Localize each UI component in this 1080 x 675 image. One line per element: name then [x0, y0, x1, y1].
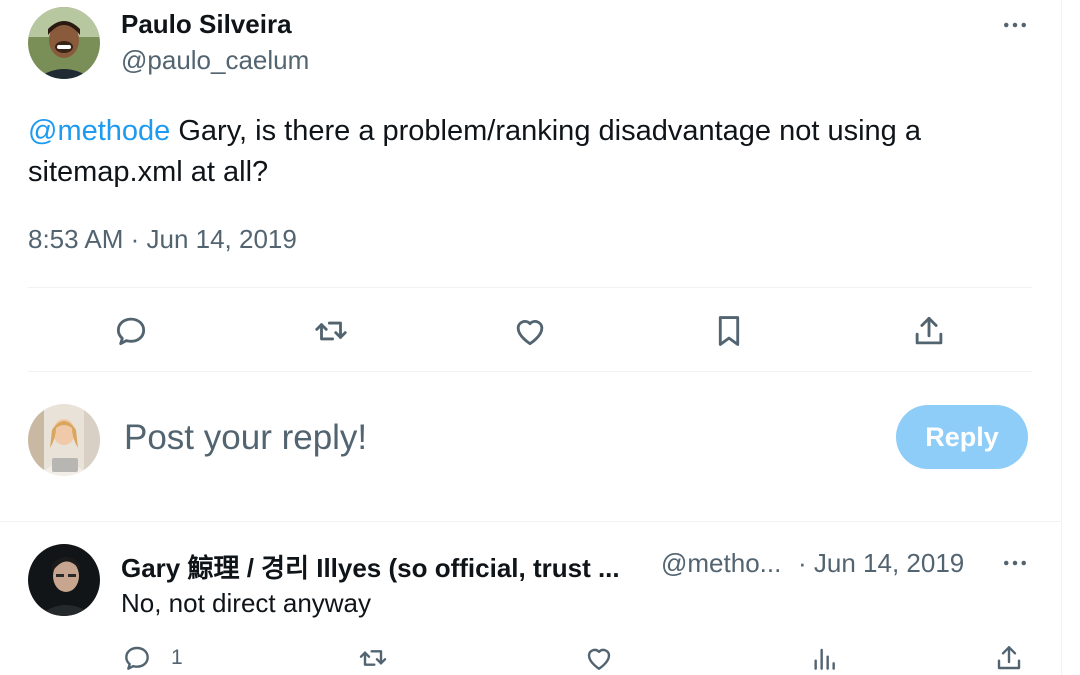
column-border: [1061, 0, 1062, 675]
tweet-timestamp[interactable]: 8:53 AM · Jun 14, 2019: [28, 224, 297, 255]
more-options-icon[interactable]: [998, 8, 1032, 42]
bookmark-icon[interactable]: [705, 307, 753, 355]
reply-action[interactable]: 1: [121, 640, 183, 675]
reply-count: 1: [171, 646, 183, 669]
tweet-text: @methode Gary, is there a problem/rankin…: [28, 111, 1038, 193]
reply-author-avatar[interactable]: [28, 544, 100, 616]
divider: [28, 287, 1032, 288]
reply-icon: [125, 646, 149, 670]
views-icon[interactable]: [809, 640, 841, 675]
retweet-icon[interactable]: [357, 640, 389, 675]
reply-icon[interactable]: [107, 307, 155, 355]
more-options-icon[interactable]: [998, 546, 1032, 580]
mention-link[interactable]: @methode: [28, 115, 170, 147]
share-icon[interactable]: [905, 307, 953, 355]
reply-input[interactable]: [124, 414, 864, 462]
reply-button[interactable]: Reply: [896, 405, 1028, 469]
author-name[interactable]: Paulo Silveira: [121, 9, 292, 40]
section-divider: [0, 521, 1061, 522]
author-avatar[interactable]: [28, 7, 100, 79]
reply-date[interactable]: · Jun 14, 2019: [798, 548, 964, 579]
reply-text: No, not direct anyway: [121, 588, 372, 618]
current-user-avatar[interactable]: [28, 404, 100, 476]
retweet-icon[interactable]: [307, 307, 355, 355]
like-icon[interactable]: [506, 307, 554, 355]
reply-author-handle[interactable]: @metho...: [661, 548, 781, 579]
author-handle[interactable]: @paulo_caelum: [121, 45, 309, 76]
like-icon[interactable]: [583, 640, 615, 675]
share-icon[interactable]: [993, 640, 1025, 675]
divider: [28, 371, 1032, 372]
reply-author-name[interactable]: Gary 鯨理 / 경리 Illyes (so official, trust …: [121, 548, 620, 585]
